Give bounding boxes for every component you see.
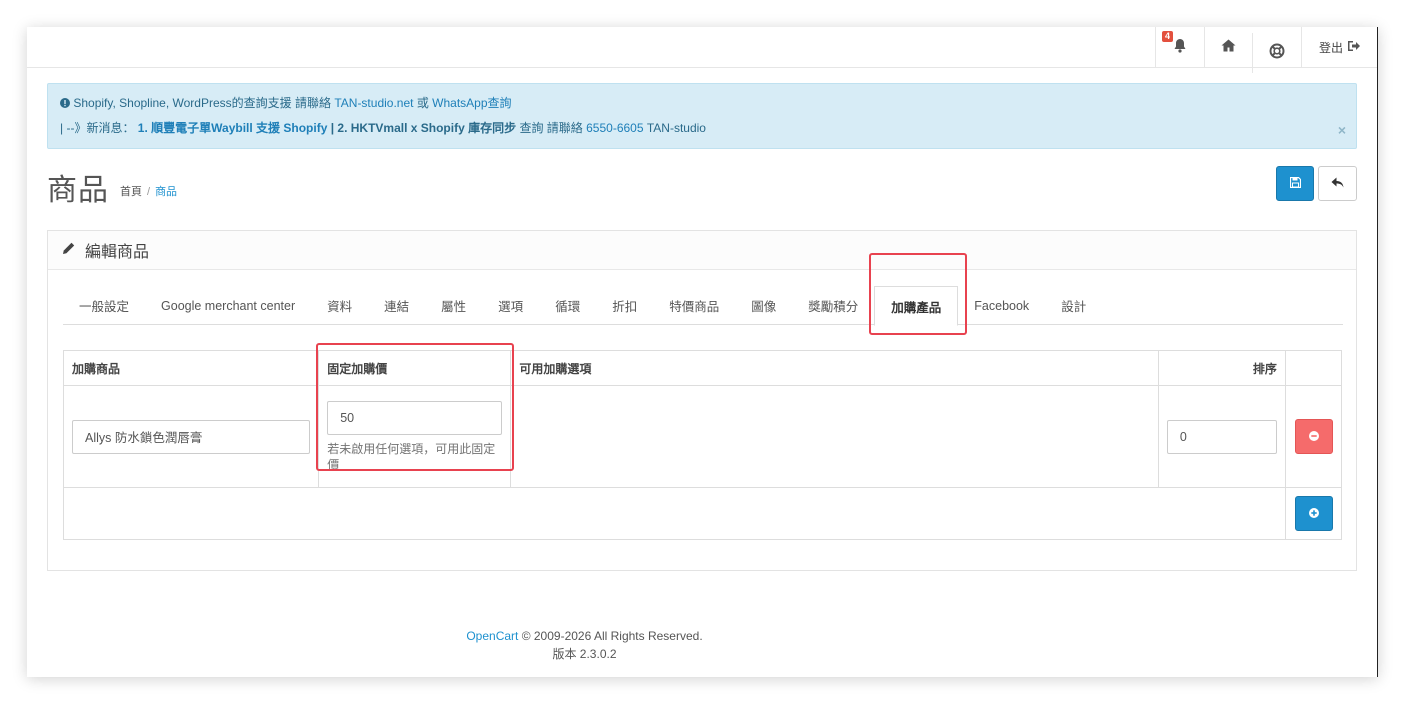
- product-tabs: 一般設定 Google merchant center 資料 連結 屬性 選項 …: [63, 286, 1343, 326]
- cell-options: [510, 385, 1159, 488]
- table-row: Allys 防水鎖色潤唇膏 50 若未啟用任何選項，可用此固定價 0: [62, 385, 1343, 488]
- footer-empty-cell: [63, 487, 1286, 540]
- breadcrumb-current[interactable]: 商品: [155, 186, 177, 198]
- whatsapp-link[interactable]: WhatsApp查詢: [432, 96, 511, 110]
- cell-add: [1284, 487, 1343, 540]
- tab-attributes[interactable]: 屬性: [425, 286, 482, 325]
- minus-circle-icon: [1309, 430, 1319, 444]
- tab-design[interactable]: 設計: [1045, 286, 1102, 325]
- phone-link[interactable]: 6550-6605: [586, 121, 643, 135]
- table-footer-row: [63, 487, 1343, 540]
- tab-options[interactable]: 選項: [482, 286, 539, 325]
- header-nav: 4 登出: [1155, 27, 1377, 73]
- alert-line-2: | --》新消息： 1. 順豐電子單Waybill 支援 Shopify | 2…: [60, 119, 1344, 137]
- tab-reward-points[interactable]: 獎勵積分: [792, 286, 874, 325]
- home-icon: [1221, 39, 1236, 55]
- header-sort-order: 排序: [1157, 350, 1286, 386]
- logout-label: 登出: [1318, 40, 1343, 55]
- addon-product-input[interactable]: Allys 防水鎖色潤唇膏: [72, 419, 311, 454]
- breadcrumb-separator: /: [147, 186, 151, 198]
- info-circle-icon: [60, 96, 73, 110]
- tab-facebook[interactable]: Facebook: [958, 286, 1045, 325]
- save-icon: [1289, 176, 1301, 191]
- plus-circle-icon: [1309, 507, 1319, 521]
- breadcrumb-home[interactable]: 首頁: [120, 186, 142, 198]
- tan-studio-link[interactable]: TAN-studio.net: [334, 96, 413, 110]
- addon-products-table: 加購商品 固定加購價 可用加購選項 排序 Allys 防水鎖色潤唇膏 50 若未…: [62, 350, 1343, 540]
- notifications-button[interactable]: 4: [1155, 27, 1204, 67]
- tab-google-merchant[interactable]: Google merchant center: [145, 286, 311, 325]
- tab-data[interactable]: 資料: [311, 286, 368, 325]
- page-footer: OpenCart © 2009-2026 All Rights Reserved…: [27, 627, 1142, 663]
- tab-image[interactable]: 圖像: [735, 286, 792, 325]
- alert-or: 或: [413, 96, 433, 110]
- sign-out-icon: [1347, 40, 1360, 55]
- copyright-text: © 2009-2026 All Rights Reserved.: [518, 629, 703, 643]
- tab-discount[interactable]: 折扣: [596, 286, 653, 325]
- app-window: 4 登出 Shopify, Shopline, WordPress的查詢支援 請…: [27, 27, 1378, 677]
- reply-icon: [1331, 177, 1344, 191]
- cell-sort: 0: [1157, 385, 1286, 488]
- pencil-icon: [62, 242, 75, 258]
- alert-close-button[interactable]: ×: [1338, 122, 1346, 138]
- table-header-row: 加購商品 固定加購價 可用加購選項 排序: [62, 350, 1343, 386]
- alert-line-1: Shopify, Shopline, WordPress的查詢支援 請聯絡 TA…: [60, 94, 1344, 112]
- alert-suffix: TAN-studio: [643, 121, 706, 135]
- add-row-button[interactable]: [1295, 496, 1333, 531]
- header-actions: [1284, 350, 1343, 386]
- tab-links[interactable]: 連結: [368, 286, 425, 325]
- notification-badge: 4: [1162, 31, 1174, 42]
- header-available-options: 可用加購選項: [510, 350, 1159, 386]
- tab-special[interactable]: 特價商品: [653, 286, 735, 325]
- breadcrumb: 首頁 / 商品: [120, 183, 177, 199]
- help-button[interactable]: [1252, 33, 1301, 73]
- alert-news-prefix: | --》新消息：: [60, 121, 135, 135]
- highlight-fixed-price: [316, 343, 514, 471]
- alert-text-1: Shopify, Shopline, WordPress的查詢支援 請聯絡: [73, 96, 335, 110]
- header-addon-product: 加購商品: [62, 350, 320, 386]
- panel-heading: 編輯商品: [48, 231, 1356, 270]
- life-ring-icon: [1269, 43, 1285, 63]
- page-title: 商品: [47, 174, 109, 207]
- cell-remove: [1284, 385, 1343, 488]
- remove-row-button[interactable]: [1295, 419, 1333, 454]
- back-button[interactable]: [1318, 166, 1357, 201]
- news-link-sf-waybill[interactable]: 1. 順豐電子單Waybill 支援 Shopify: [138, 121, 328, 135]
- tab-recurring[interactable]: 循環: [539, 286, 596, 325]
- edit-product-panel: 編輯商品 一般設定 Google merchant center 資料 連結 屬…: [47, 230, 1357, 571]
- bell-icon: [1173, 38, 1187, 56]
- sort-order-input[interactable]: 0: [1166, 419, 1277, 454]
- version-text: 版本 2.3.0.2: [552, 647, 617, 661]
- opencart-link[interactable]: OpenCart: [466, 629, 518, 643]
- tab-general[interactable]: 一般設定: [63, 286, 145, 325]
- cell-product: Allys 防水鎖色潤唇膏: [62, 385, 320, 488]
- top-header: 4 登出: [27, 27, 1377, 73]
- alert-query-text: 查詢 請聯絡: [516, 121, 587, 135]
- logout-button[interactable]: 登出: [1301, 27, 1377, 67]
- alert-separator: |: [327, 121, 338, 135]
- alert-news-item-2: 2. HKTVmall x Shopify 庫存同步: [337, 121, 517, 135]
- panel-title: 編輯商品: [85, 244, 150, 261]
- highlight-addon-tab: [869, 253, 967, 335]
- save-button[interactable]: [1276, 166, 1314, 201]
- home-button[interactable]: [1204, 27, 1252, 67]
- info-alert: Shopify, Shopline, WordPress的查詢支援 請聯絡 TA…: [47, 83, 1357, 149]
- copyright-line: OpenCart © 2009-2026 All Rights Reserved…: [27, 627, 1142, 645]
